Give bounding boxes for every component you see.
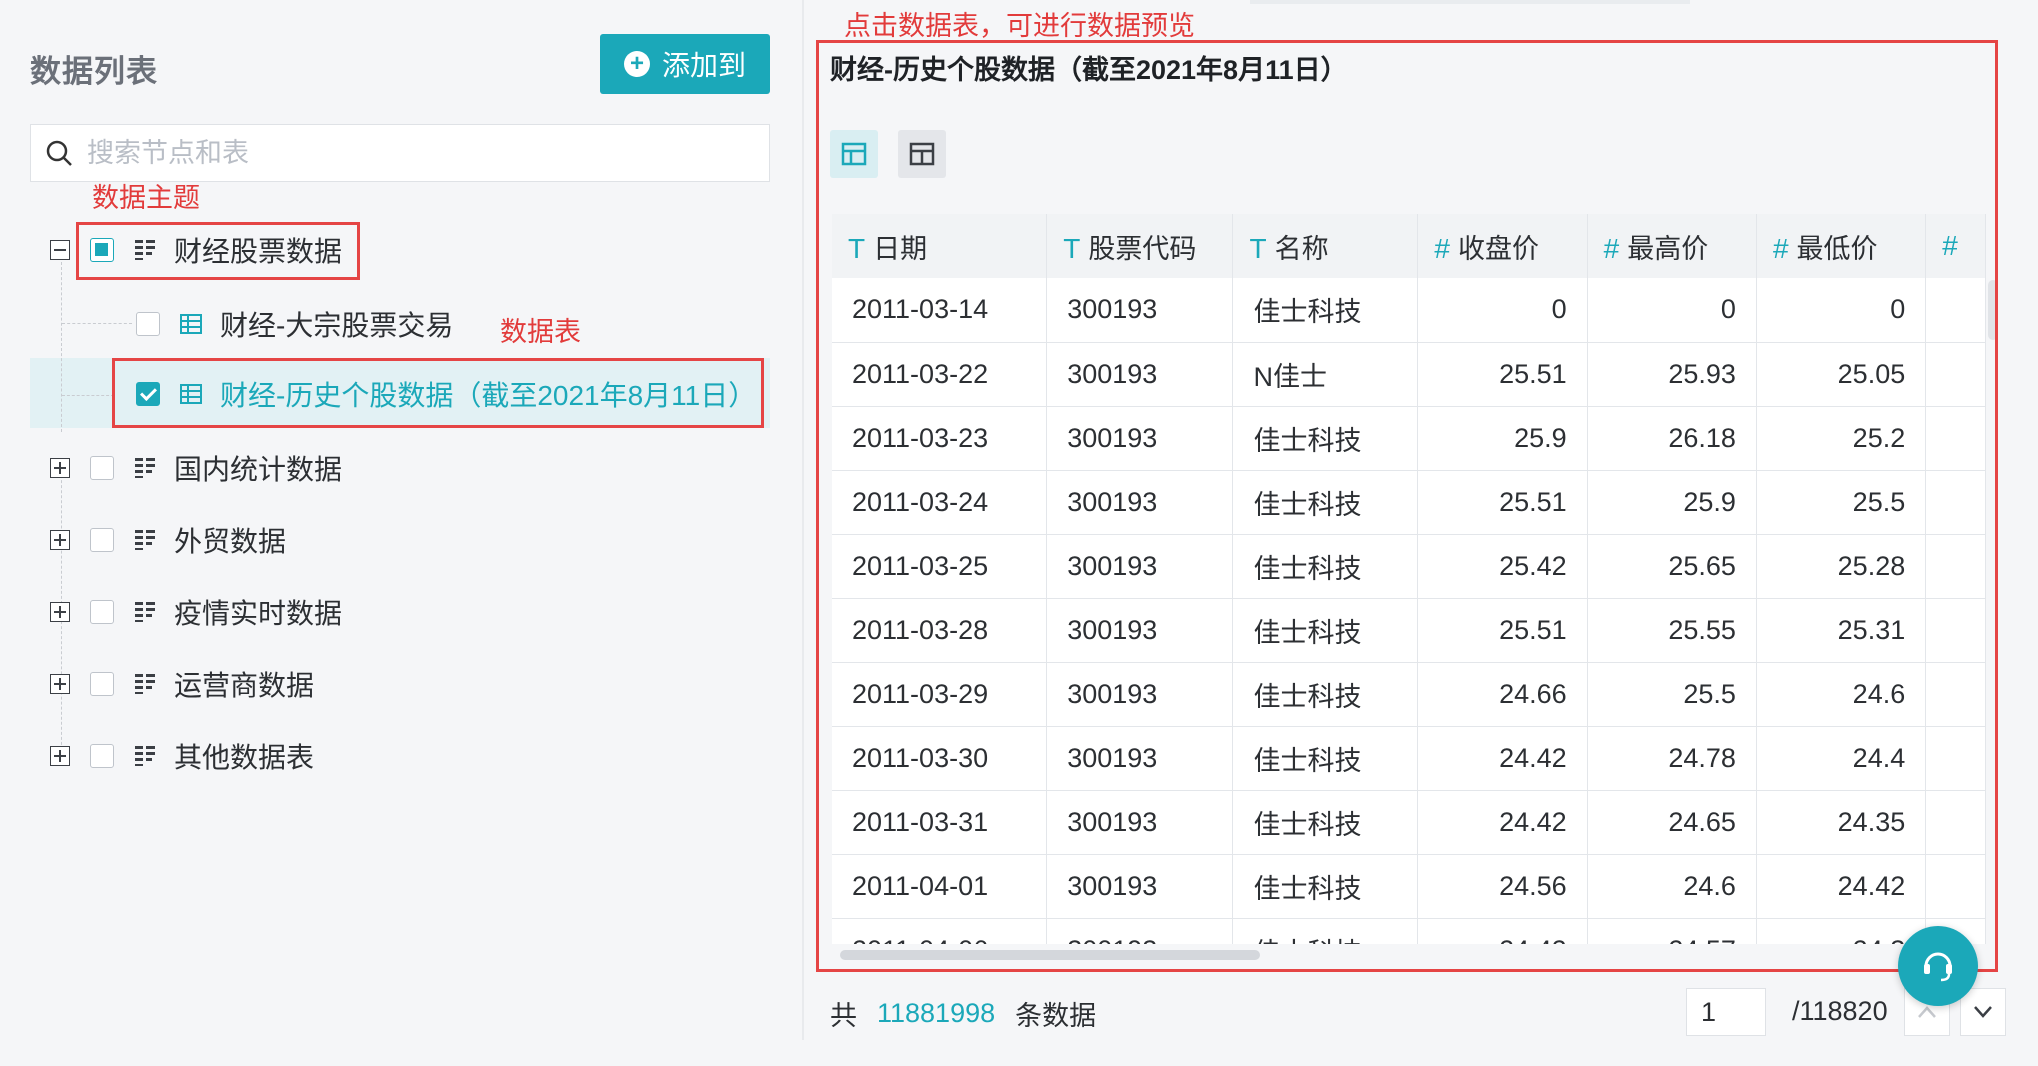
count-prefix: 共 <box>830 1001 857 1031</box>
tree-connector <box>61 262 62 432</box>
tree-node-label: 财经-大宗股票交易 <box>220 310 454 341</box>
tree-checkbox[interactable] <box>90 528 114 552</box>
tree-node-label: 外贸数据 <box>174 526 287 557</box>
tree-node-label: 其他数据表 <box>174 742 315 773</box>
next-page-button[interactable] <box>1960 988 2006 1036</box>
annotation-preview: 点击数据表，可进行数据预览 <box>844 11 1195 41</box>
tree-checkbox[interactable] <box>90 456 114 480</box>
plus-icon: + <box>623 51 650 77</box>
tree-node-label: 国内统计数据 <box>174 454 343 485</box>
group-icon <box>135 530 155 550</box>
tree-node-domestic-stats[interactable]: 国内统计数据 <box>50 440 342 496</box>
tree-node-foreign-trade[interactable]: 外贸数据 <box>50 512 286 568</box>
add-to-label: 添加到 <box>661 50 746 81</box>
collapse-icon[interactable] <box>50 240 70 260</box>
table-icon <box>180 314 202 334</box>
group-icon <box>135 602 155 622</box>
tree-connector <box>62 395 114 396</box>
panel-divider <box>802 0 804 1040</box>
tree-node-label: 运营商数据 <box>174 670 315 701</box>
annotation-box-preview <box>816 40 1998 972</box>
tree-node-label: 疫情实时数据 <box>174 598 343 629</box>
group-icon <box>135 458 155 478</box>
tree-node-epidemic[interactable]: 疫情实时数据 <box>50 584 342 640</box>
top-strip <box>1250 0 1690 4</box>
expand-icon[interactable] <box>50 602 70 622</box>
record-count: 共 11881998 条数据 <box>830 994 1096 1033</box>
tree-connector <box>62 323 132 324</box>
annotation-table: 数据表 <box>500 317 581 347</box>
tree-checkbox[interactable] <box>136 312 160 336</box>
tree-node-other[interactable]: 其他数据表 <box>50 728 314 784</box>
count-suffix: 条数据 <box>1015 1001 1097 1031</box>
expand-icon[interactable] <box>50 674 70 694</box>
page-number-input[interactable]: 1 <box>1686 988 1766 1036</box>
group-icon <box>135 746 155 766</box>
annotation-box-theme <box>76 222 360 280</box>
expand-icon[interactable] <box>50 746 70 766</box>
chevron-down-icon <box>1974 1006 1992 1018</box>
chevron-up-icon <box>1918 1006 1936 1018</box>
tree-checkbox[interactable] <box>90 672 114 696</box>
expand-icon[interactable] <box>50 530 70 550</box>
data-list-panel: 数据列表 + 添加到 数据主题 财经股票数据 财经-大宗股票交易 数据表 财经-… <box>0 0 800 1066</box>
group-icon <box>135 674 155 694</box>
tree-node-bulk-trade[interactable]: 财经-大宗股票交易 <box>136 296 453 352</box>
panel-title: 数据列表 <box>30 54 158 89</box>
search-input[interactable] <box>85 136 729 170</box>
expand-icon[interactable] <box>50 458 70 478</box>
add-to-button[interactable]: + 添加到 <box>600 34 770 94</box>
annotation-theme: 数据主题 <box>92 183 200 213</box>
search-box <box>30 124 770 182</box>
tree-checkbox[interactable] <box>90 744 114 768</box>
search-icon <box>46 140 72 166</box>
page-total: /118820 <box>1792 996 1888 1026</box>
tree-checkbox[interactable] <box>90 600 114 624</box>
help-chat-button[interactable] <box>1898 926 1978 1006</box>
tree-node-operator[interactable]: 运营商数据 <box>50 656 314 712</box>
chat-icon <box>1924 952 1952 982</box>
annotation-box-table <box>112 358 764 428</box>
count-value: 11881998 <box>877 998 996 1028</box>
